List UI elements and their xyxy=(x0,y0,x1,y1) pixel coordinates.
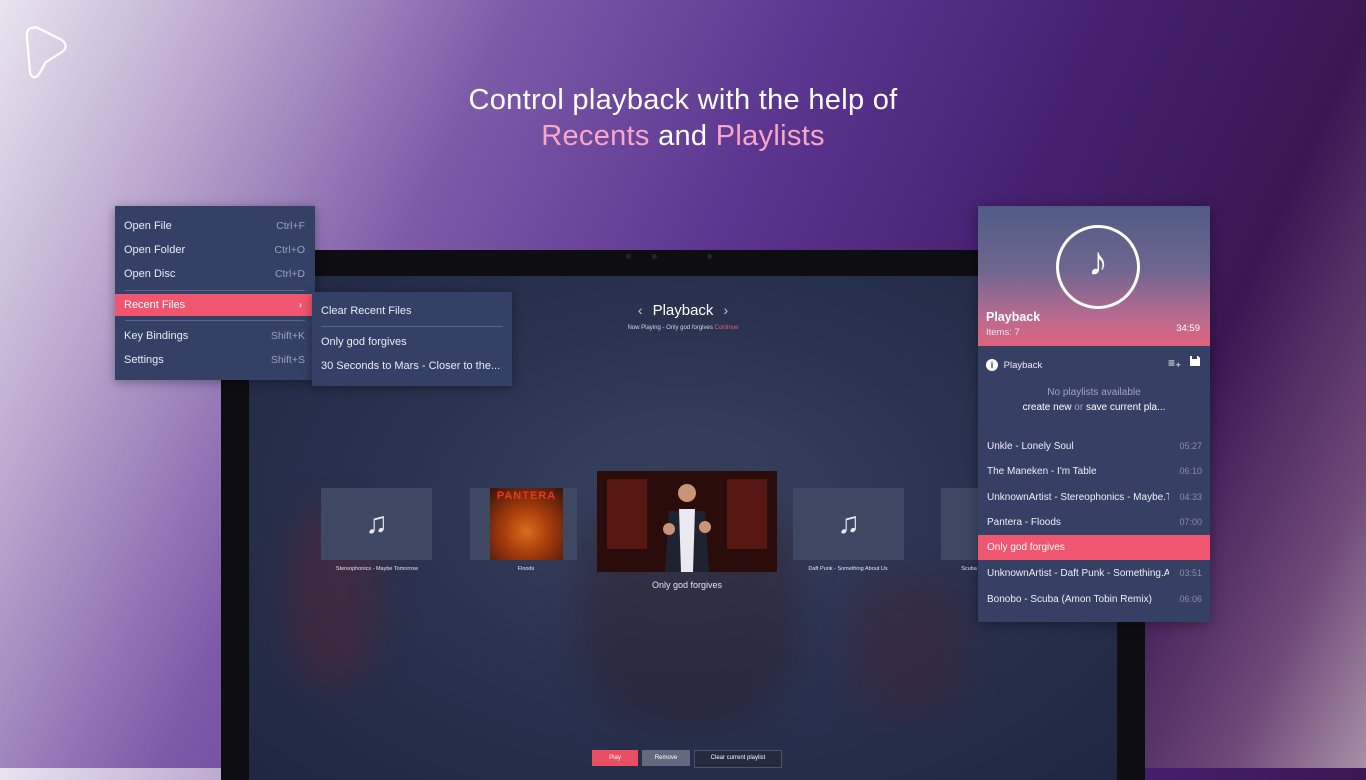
menu-item-key-bindings[interactable]: Key Bindings Shift+K xyxy=(115,325,315,347)
menu-divider xyxy=(321,326,503,327)
recents-highlight: Recents xyxy=(541,120,650,152)
panel-total-duration: 34:59 xyxy=(1176,323,1200,334)
headline-line-2: Recents and Playlists xyxy=(0,120,1366,153)
playlist-track[interactable]: Unkle - Lonely Soul 05:27 xyxy=(978,434,1210,459)
recent-file-item[interactable]: Only god forgives xyxy=(321,336,407,348)
menu-item-open-disc[interactable]: Open Disc Ctrl+D xyxy=(115,263,315,285)
remove-button[interactable]: Remove xyxy=(642,750,690,766)
track-name: The Maneken - I'm Table xyxy=(987,466,1097,477)
recent-file-item[interactable]: 30 Seconds to Mars - Closer to the... xyxy=(321,360,500,372)
track-name: Pantera - Floods xyxy=(987,517,1061,528)
track-name: Bonobo - Scuba (Amon Tobin Remix) xyxy=(987,594,1152,605)
track-name: Only god forgives xyxy=(987,542,1065,553)
menu-item-label: Open File xyxy=(124,220,172,232)
music-note-icon: ♫ xyxy=(365,507,388,540)
track-duration: 06:10 xyxy=(1179,466,1202,476)
album-art-text: PANTERA xyxy=(496,490,557,502)
no-playlists-text: No playlists available xyxy=(1047,387,1141,398)
panel-section-row: i Playback xyxy=(986,359,1042,371)
menu-item-open-file[interactable]: Open File Ctrl+F xyxy=(115,215,315,237)
menu-item-shortcut: Ctrl+O xyxy=(274,244,305,256)
playlist-track[interactable]: UnknownArtist - Daft Punk - Something.A 0… xyxy=(978,561,1210,586)
background-blur xyxy=(849,576,969,716)
track-duration: 05:27 xyxy=(1179,441,1202,451)
track-name: Unkle - Lonely Soul xyxy=(987,441,1074,452)
playlist-track[interactable]: UnknownArtist - Stereophonics - Maybe.T 0… xyxy=(978,485,1210,510)
track-name: UnknownArtist - Daft Punk - Something.A xyxy=(987,568,1169,579)
menu-item-label: Recent Files xyxy=(124,299,186,311)
playlist-actions: create new or save current pla... xyxy=(978,402,1210,413)
track-name: UnknownArtist - Stereophonics - Maybe.T xyxy=(987,492,1169,503)
video-thumbnail[interactable] xyxy=(597,471,777,572)
menu-item-label: Settings xyxy=(124,354,164,366)
menu-item-shortcut: Shift+S xyxy=(270,354,305,366)
chevron-left-icon[interactable]: ‹ xyxy=(638,302,643,318)
menu-item-shortcut: Ctrl+D xyxy=(274,268,305,280)
music-note-icon: ♪ xyxy=(1056,225,1140,309)
chevron-right-icon: › xyxy=(298,299,303,311)
panel-section-label: Playback xyxy=(1003,359,1043,371)
media-card[interactable]: ♫ xyxy=(793,488,904,560)
menu-divider xyxy=(125,290,305,291)
panel-title: Playback xyxy=(986,310,1041,324)
info-icon[interactable]: i xyxy=(986,359,998,371)
track-duration: 03:51 xyxy=(1179,568,1202,578)
card-caption: Stereophonics - Maybe Tomorrow xyxy=(335,566,419,572)
headline-and: and xyxy=(649,120,716,152)
camera-dot xyxy=(652,254,657,259)
panel-header: ♪ Playback Items: 7 34:59 xyxy=(978,206,1210,346)
media-card[interactable]: ♫ xyxy=(321,488,432,560)
add-playlist-icon[interactable]: ≡₊ xyxy=(1168,356,1181,370)
playlist-track-active[interactable]: Only god forgives xyxy=(978,535,1210,560)
clear-playlist-button[interactable]: Clear current playlist xyxy=(694,750,782,768)
play-button[interactable]: Play xyxy=(592,750,638,766)
menu-item-shortcut: Ctrl+F xyxy=(276,220,305,232)
panel-item-count: Items: 7 xyxy=(986,327,1020,338)
movie-still xyxy=(597,471,777,572)
create-new-link[interactable]: create new xyxy=(1023,402,1072,413)
menu-item-settings[interactable]: Settings Shift+S xyxy=(115,349,315,371)
menu-item-label: Open Disc xyxy=(124,268,176,280)
continue-link[interactable]: Continue xyxy=(715,325,739,331)
menu-item-label: Open Folder xyxy=(124,244,186,256)
track-duration: 04:33 xyxy=(1179,492,1202,502)
card-caption: Floods xyxy=(517,566,535,572)
track-duration: 06:06 xyxy=(1179,594,1202,604)
clear-recent-files-item[interactable]: Clear Recent Files xyxy=(321,305,411,317)
chevron-right-icon[interactable]: › xyxy=(723,302,728,318)
menu-divider xyxy=(125,320,305,321)
app-logo-icon xyxy=(25,26,67,79)
menu-item-label: Key Bindings xyxy=(124,330,189,342)
music-note-icon: ♫ xyxy=(837,507,860,540)
playlist-track[interactable]: Bonobo - Scuba (Amon Tobin Remix) 06:06 xyxy=(978,587,1210,612)
menu-item-recent-files[interactable]: Recent Files › xyxy=(115,294,312,316)
playlist-track[interactable]: The Maneken - I'm Table 06:10 xyxy=(978,459,1210,484)
playlist-panel: ♪ Playback Items: 7 34:59 i Playback ≡₊ … xyxy=(978,206,1210,622)
playlists-highlight: Playlists xyxy=(715,120,825,152)
camera-dot xyxy=(626,254,631,259)
menu-item-open-folder[interactable]: Open Folder Ctrl+O xyxy=(115,239,315,261)
menu-item-shortcut: Shift+K xyxy=(270,330,305,342)
track-duration: 07:00 xyxy=(1179,517,1202,527)
context-menu: Open File Ctrl+F Open Folder Ctrl+O Open… xyxy=(115,206,315,380)
save-current-link[interactable]: save current pla... xyxy=(1086,402,1165,413)
now-playing-text: Now Playing - Only god forgives xyxy=(627,325,713,331)
recent-files-submenu: Clear Recent Files Only god forgives 30 … xyxy=(312,292,512,386)
album-art-floods[interactable]: PANTERA xyxy=(490,488,563,560)
camera-dot xyxy=(707,254,712,259)
playlist-track[interactable]: Pantera - Floods 07:00 xyxy=(978,510,1210,535)
headline-line-1: Control playback with the help of xyxy=(468,84,898,116)
playback-title: Playback xyxy=(652,302,714,319)
or-text: or xyxy=(1071,402,1086,413)
save-icon[interactable] xyxy=(1189,355,1201,370)
card-caption: Only god forgives xyxy=(651,580,723,590)
